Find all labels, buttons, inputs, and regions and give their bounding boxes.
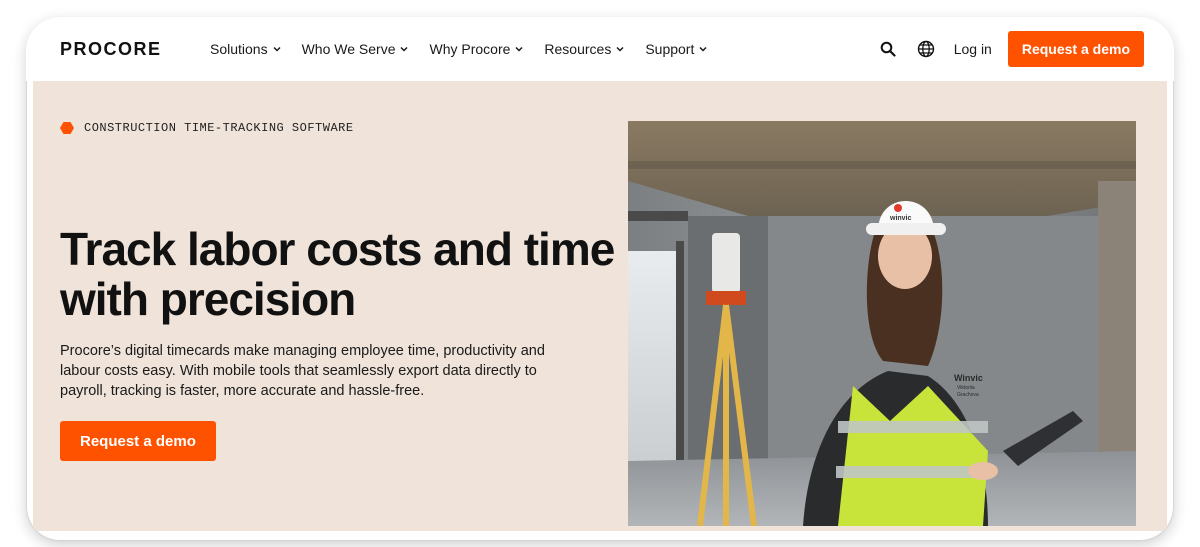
menu-item-label: Why Procore — [429, 41, 511, 57]
main-menu: Solutions Who We Serve Why Procore Resou… — [210, 17, 708, 81]
browser-frame: PROCORE Solutions Who We Serve Why Proco… — [26, 17, 1174, 541]
menu-item-label: Resources — [544, 41, 612, 57]
chevron-down-icon — [400, 46, 409, 52]
vest-name-first: Viktoriia — [957, 385, 975, 391]
menu-item-why-procore[interactable]: Why Procore — [429, 41, 524, 57]
nav-actions: Log in Request a demo — [878, 17, 1144, 81]
search-icon — [880, 41, 896, 57]
menu-item-solutions[interactable]: Solutions — [210, 41, 282, 57]
top-navigation: PROCORE Solutions Who We Serve Why Proco… — [26, 17, 1174, 81]
hero-section: CONSTRUCTION TIME-TRACKING SOFTWARE Trac… — [33, 81, 1167, 531]
chevron-down-icon — [515, 46, 523, 52]
search-button[interactable] — [878, 39, 898, 59]
eyebrow-text: CONSTRUCTION TIME-TRACKING SOFTWARE — [84, 121, 354, 135]
hero-request-demo-button[interactable]: Request a demo — [60, 421, 216, 461]
menu-item-who-we-serve[interactable]: Who We Serve — [302, 41, 410, 57]
eyebrow: CONSTRUCTION TIME-TRACKING SOFTWARE — [60, 121, 354, 135]
procore-logo[interactable]: PROCORE — [60, 39, 162, 60]
vest-text: Winvic — [954, 373, 983, 383]
hexagon-icon — [60, 122, 74, 134]
hero-description: Procore’s digital timecards make managin… — [60, 343, 545, 399]
chevron-down-icon — [699, 46, 707, 52]
menu-item-label: Solutions — [210, 41, 268, 57]
menu-item-resources[interactable]: Resources — [544, 41, 625, 57]
hero-headline: Track labor costs and time with precisio… — [60, 223, 615, 325]
hero-photo: winvic Winvic Viktoriia Grachova — [628, 121, 1136, 526]
vest-name-last: Grachova — [957, 392, 979, 398]
globe-icon — [917, 40, 934, 58]
login-link[interactable]: Log in — [954, 41, 992, 57]
worker-photo-illustration: winvic Winvic Viktoriia Grachova — [628, 121, 1136, 526]
chevron-down-icon — [616, 46, 624, 52]
request-demo-button[interactable]: Request a demo — [1007, 31, 1144, 67]
menu-item-label: Support — [645, 41, 695, 57]
chevron-down-icon — [273, 46, 281, 52]
helmet-text: winvic — [889, 215, 912, 222]
language-button[interactable] — [916, 39, 936, 59]
menu-item-label: Who We Serve — [301, 41, 396, 57]
menu-item-support[interactable]: Support — [645, 41, 708, 57]
